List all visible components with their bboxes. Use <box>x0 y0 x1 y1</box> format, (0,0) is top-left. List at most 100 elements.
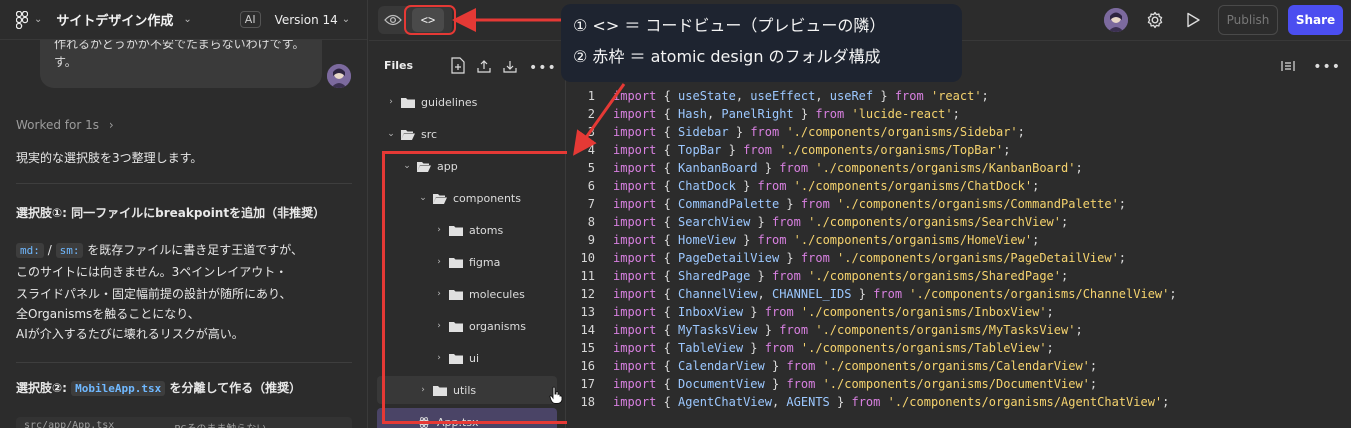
module-path-string: './components/organisms/HomeView' <box>793 233 1033 247</box>
user-message-bubble: 作れるかどうかが不安でたまらないわけです。 す。 <box>40 40 322 88</box>
assistant-intro: 現実的な選択肢を3つ整理します。 <box>16 151 203 165</box>
punctuation <box>830 251 837 265</box>
chat-header: ⌄ サイトデザイン作成 ⌄ AI Version 14 ⌄ <box>0 0 367 40</box>
tree-folder-src[interactable]: ⌄ src <box>369 120 565 148</box>
keyword-import: import <box>613 377 657 391</box>
inline-code: sm: <box>55 243 84 258</box>
punctuation: { <box>656 359 679 373</box>
annotation-callout: ① <> ＝ コードビュー（プレビューの隣） ② 赤枠 ＝ atomic des… <box>561 4 962 82</box>
punctuation: } <box>851 287 874 301</box>
import-identifier: AgentChatView <box>678 395 772 409</box>
code-button-highlight-box <box>404 5 456 35</box>
keyword-import: import <box>613 359 657 373</box>
punctuation: { <box>656 89 679 103</box>
punctuation: , <box>815 89 830 103</box>
punctuation: ; <box>1118 251 1127 265</box>
toolbar-actions: Publish Share <box>1104 0 1351 40</box>
line-number: 8 <box>587 215 595 229</box>
project-title[interactable]: サイトデザイン作成 <box>56 10 173 29</box>
download-icon[interactable] <box>503 58 517 77</box>
option2-prefix: 選択肢②: <box>16 381 67 395</box>
keyword-import: import <box>613 341 657 355</box>
keyword-import: import <box>613 107 657 121</box>
folder-open-icon <box>401 129 415 140</box>
keyword-import: import <box>613 197 657 211</box>
import-identifier: TableView <box>678 341 744 355</box>
import-identifier: Hash <box>678 107 707 121</box>
version-selector[interactable]: Version 14 ⌄ <box>275 13 351 27</box>
punctuation: { <box>656 125 679 139</box>
worked-duration-toggle[interactable]: Worked for 1s › <box>16 118 114 132</box>
chat-panel: ⌄ サイトデザイン作成 ⌄ AI Version 14 ⌄ 作れるかどうかが不安… <box>0 0 368 428</box>
punctuation: } <box>750 269 772 283</box>
punctuation: { <box>656 341 679 355</box>
figma-logo-icon[interactable] <box>14 10 30 30</box>
module-path-string: './components/organisms/AgentChatView' <box>887 395 1163 409</box>
code-text: import { useState, useEffect, useRef } f… <box>613 87 989 105</box>
keyword-import: import <box>613 269 657 283</box>
module-path-string: './components/organisms/SharedPage' <box>808 269 1061 283</box>
new-file-icon[interactable] <box>451 57 465 78</box>
code-text: import { TableView } from './components/… <box>613 339 1054 357</box>
avatar[interactable] <box>1104 8 1128 32</box>
tree-folder-guidelines[interactable]: › guidelines <box>369 88 565 116</box>
upload-icon[interactable] <box>477 58 491 77</box>
import-identifier: useState <box>678 89 736 103</box>
keyword-import: import <box>613 395 657 409</box>
divider <box>16 362 352 363</box>
module-path-string: './components/organisms/ChatDock' <box>793 179 1033 193</box>
module-path-string: 'react' <box>930 89 982 103</box>
play-icon[interactable] <box>1180 7 1206 33</box>
punctuation: { <box>656 215 679 229</box>
code-text: import { MyTasksView } from './component… <box>613 321 1083 339</box>
line-number: 3 <box>587 125 595 139</box>
punctuation: { <box>656 305 679 319</box>
more-options-icon[interactable]: ••• <box>529 60 557 76</box>
punctuation: ; <box>952 107 960 121</box>
code-line: 10 import { PageDetailView } from './comp… <box>567 249 1177 267</box>
more-options-icon[interactable]: ••• <box>1313 59 1341 75</box>
code-line: 5 import { KanbanBoard } from './componen… <box>567 159 1177 177</box>
import-identifier: CommandPalette <box>678 197 780 211</box>
project-chevron-down-icon[interactable]: ⌄ <box>183 14 191 25</box>
chevron-down-icon[interactable]: ⌄ <box>34 14 42 25</box>
module-path-string: './components/organisms/MyTasksView' <box>815 323 1076 337</box>
line-number: 1 <box>587 89 595 103</box>
keyword-import: import <box>613 89 657 103</box>
punctuation: , <box>757 287 772 301</box>
option1-line2: このサイトには向きません。3ペインレイアウト・ <box>16 265 288 279</box>
code-text: import { ChannelView, CHANNEL_IDS } from… <box>613 285 1177 303</box>
punctuation: ; <box>1003 143 1011 157</box>
tree-label: guidelines <box>421 95 478 109</box>
code-editor[interactable]: ••• 1 import { useState, useEffect, useRe… <box>567 40 1351 428</box>
code-line: 15 import { TableView } from './component… <box>567 339 1177 357</box>
code-line: 2 import { Hash, PanelRight } from 'lucid… <box>567 105 1177 123</box>
ai-badge[interactable]: AI <box>239 11 261 28</box>
user-message-text: 作れるかどうかが不安でたまらないわけです。 <box>54 40 305 51</box>
module-path-string: './components/organisms/SearchView' <box>808 215 1061 229</box>
punctuation <box>924 89 931 103</box>
punctuation: } <box>743 341 765 355</box>
publish-button[interactable]: Publish <box>1218 5 1278 35</box>
code-line: 12 import { ChannelView, CHANNEL_IDS } fr… <box>567 285 1177 303</box>
code-line: 6 import { ChatDock } from './components/… <box>567 177 1177 195</box>
punctuation: } <box>873 89 895 103</box>
module-path-string: './components/organisms/KanbanBoard' <box>815 161 1076 175</box>
separator: / <box>47 243 52 257</box>
punctuation <box>794 341 801 355</box>
punctuation: { <box>656 107 679 121</box>
panel-layout-icon[interactable] <box>1281 57 1295 76</box>
keyword-import: import <box>613 161 657 175</box>
settings-gear-icon[interactable] <box>1142 7 1168 33</box>
option1-title: 選択肢①: 同一ファイルにbreakpointを追加（非推奨） <box>16 206 326 220</box>
snippet-right: PCそのまま触らない <box>174 420 266 428</box>
punctuation: ; <box>1089 377 1098 391</box>
punctuation: ; <box>1118 197 1127 211</box>
annotation-line-1: ① <> ＝ コードビュー（プレビューの隣） <box>573 16 886 35</box>
punctuation: } <box>750 215 772 229</box>
option1-line1: md: / sm: を既存ファイルに書き足す王道ですが、 <box>16 240 303 261</box>
keyword-import: import <box>613 305 657 319</box>
keyword-from: from <box>779 323 809 337</box>
punctuation: } <box>743 305 765 319</box>
share-button[interactable]: Share <box>1288 5 1343 35</box>
